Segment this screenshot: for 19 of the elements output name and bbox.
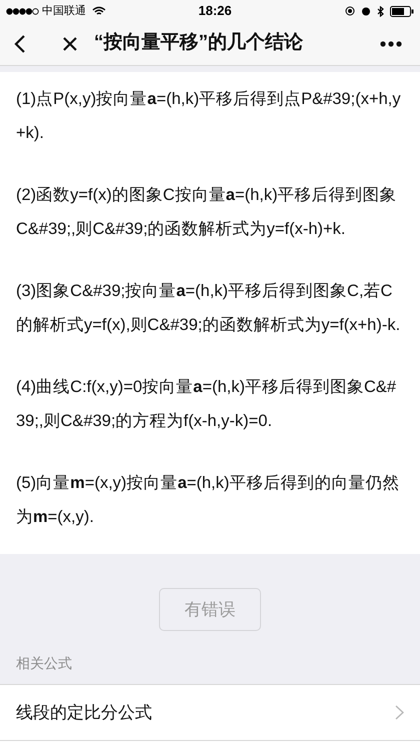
more-icon <box>380 40 402 46</box>
alarm-icon <box>361 6 371 16</box>
battery-icon <box>390 6 414 16</box>
chevron-left-icon <box>14 34 26 54</box>
bluetooth-icon <box>377 6 384 16</box>
carrier-name: 中国联通 <box>42 4 86 19</box>
rotation-lock-icon <box>345 6 355 16</box>
chevron-right-icon <box>395 705 404 720</box>
page-title: “按向量平移”的几个结论 <box>94 31 304 56</box>
conclusion-paragraph: (1)点P(x,y)按向量a=(h,k)平移后得到点P&#39;(x+h,y+k). <box>16 89 402 144</box>
section-heading: 相关公式 <box>15 654 73 673</box>
wifi-icon <box>92 6 106 16</box>
conclusion-paragraph: (2)函数y=f(x)的图象C按向量a=(h,k)平移后得到图象C&#39;,则C&#39;的函数解析式为y=f(x-h)+k. <box>16 185 398 240</box>
signal-icon <box>6 8 40 14</box>
conclusion-paragraph: (5)向量m=(x,y)按向量a=(h,k)平移后得到的向量仍然为m=(x,y). <box>16 473 400 528</box>
clock-time: 18:26 <box>197 2 233 20</box>
close-icon <box>62 36 78 52</box>
conclusion-paragraph: (4)曲线C:f(x,y)=0按向量a=(h,k)平移后得到图象C&#39;,则C&#39;的方程为f(x-h,y-k)=0. <box>16 377 398 432</box>
conclusion-paragraph: (3)图象C&#39;按向量a=(h,k)平移后得到图象C,若C的解析式y=f(x),则C&#39;的函数解析式为y=f(x+h)-k. <box>16 281 402 336</box>
